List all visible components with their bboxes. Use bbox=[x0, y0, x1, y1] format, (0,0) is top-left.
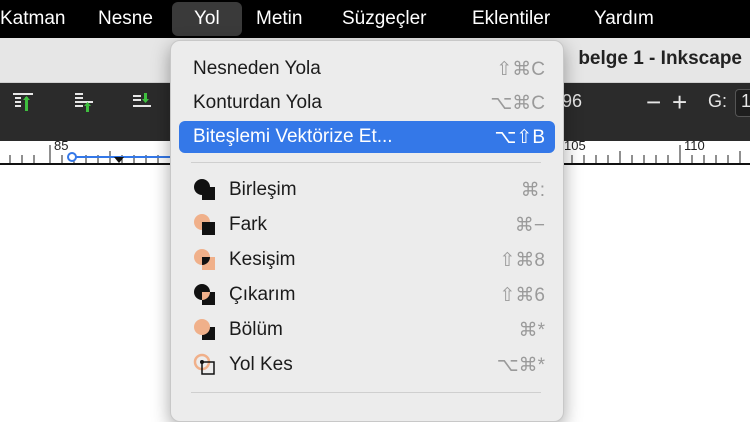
division-icon bbox=[194, 319, 215, 340]
cut-path-icon bbox=[193, 353, 215, 375]
menu-item-label: Yol Kes bbox=[229, 354, 293, 375]
exclusion-icon bbox=[194, 284, 215, 305]
ruler-label-105: 105 bbox=[564, 138, 586, 153]
window-title: belge 1 - Inkscape bbox=[578, 48, 742, 69]
menu-separator bbox=[191, 162, 541, 163]
ruler-label-85: 85 bbox=[54, 138, 69, 153]
menu-item-exclusion[interactable]: Çıkarım ⇧⌘6 bbox=[179, 279, 555, 311]
menu-item-shortcut: ⌘− bbox=[514, 215, 545, 236]
menu-katman[interactable]: Katman bbox=[0, 0, 65, 38]
align-top-icon[interactable] bbox=[12, 91, 34, 113]
menu-item-stroke-to-path[interactable]: Konturdan Yola ⌥⌘C bbox=[179, 87, 555, 119]
menu-item-label: Nesneden Yola bbox=[193, 58, 321, 79]
menu-item-shortcut: ⇧⌘6 bbox=[499, 285, 546, 306]
menu-separator bbox=[191, 392, 541, 393]
menu-item-shortcut: ⌘: bbox=[520, 180, 545, 201]
menu-item-shortcut: ⇧⌘8 bbox=[499, 250, 546, 271]
menu-item-shortcut: ⌥⇧B bbox=[494, 127, 546, 148]
menu-eklentiler[interactable]: Eklentiler bbox=[472, 0, 550, 38]
difference-icon bbox=[194, 214, 215, 235]
menu-item-label: Bölüm bbox=[229, 319, 283, 340]
intersection-icon bbox=[194, 249, 215, 270]
menu-item-division[interactable]: Bölüm ⌘* bbox=[179, 314, 555, 346]
menu-item-label: Çıkarım bbox=[229, 284, 296, 305]
menu-item-difference[interactable]: Fark ⌘− bbox=[179, 209, 555, 241]
menu-item-union[interactable]: Birleşim ⌘: bbox=[179, 174, 555, 206]
menu-item-label: Birleşim bbox=[229, 179, 297, 200]
menu-item-object-to-path[interactable]: Nesneden Yola ⇧⌘C bbox=[179, 53, 555, 85]
menu-item-intersection[interactable]: Kesişim ⇧⌘8 bbox=[179, 244, 555, 276]
menu-item-shortcut: ⌥⌘C bbox=[490, 93, 545, 114]
g-value-fragment: 1 bbox=[741, 91, 750, 111]
g-label: G: bbox=[708, 91, 728, 111]
ruler-label-110: 110 bbox=[684, 138, 705, 153]
menu-nesne[interactable]: Nesne bbox=[98, 0, 153, 38]
menu-item-trace-bitmap[interactable]: Biteşlemi Vektörize Et... ⌥⇧B bbox=[179, 121, 555, 153]
width-value-fragment[interactable]: 96 bbox=[562, 91, 582, 112]
menu-metin[interactable]: Metin bbox=[256, 0, 302, 38]
align-bottom-icon[interactable] bbox=[130, 91, 152, 113]
menu-item-shortcut: ⇧⌘C bbox=[496, 59, 545, 80]
menu-item-label: Kesişim bbox=[229, 249, 296, 270]
menu-item-shortcut: ⌘* bbox=[518, 320, 545, 341]
menu-yol[interactable]: Yol bbox=[172, 2, 242, 36]
path-menu-dropdown: Nesneden Yola ⇧⌘C Konturdan Yola ⌥⌘C Bit… bbox=[170, 40, 564, 422]
align-middle-icon[interactable] bbox=[72, 91, 94, 113]
menu-item-shortcut: ⌥⌘* bbox=[496, 355, 545, 376]
menu-bar: Katman Nesne Yol Metin Süzgeçler Eklenti… bbox=[0, 0, 750, 38]
menu-item-label: Fark bbox=[229, 214, 267, 235]
decrement-button[interactable]: − bbox=[646, 87, 661, 117]
menu-suzgecler[interactable]: Süzgeçler bbox=[342, 0, 427, 38]
menu-item-label: Biteşlemi Vektörize Et... bbox=[193, 126, 393, 147]
union-icon bbox=[194, 179, 215, 200]
menu-item-label: Konturdan Yola bbox=[193, 92, 322, 113]
menu-yardim[interactable]: Yardım bbox=[594, 0, 654, 38]
menu-item-cut-path[interactable]: Yol Kes ⌥⌘* bbox=[179, 349, 555, 381]
increment-button[interactable]: + bbox=[672, 87, 687, 117]
